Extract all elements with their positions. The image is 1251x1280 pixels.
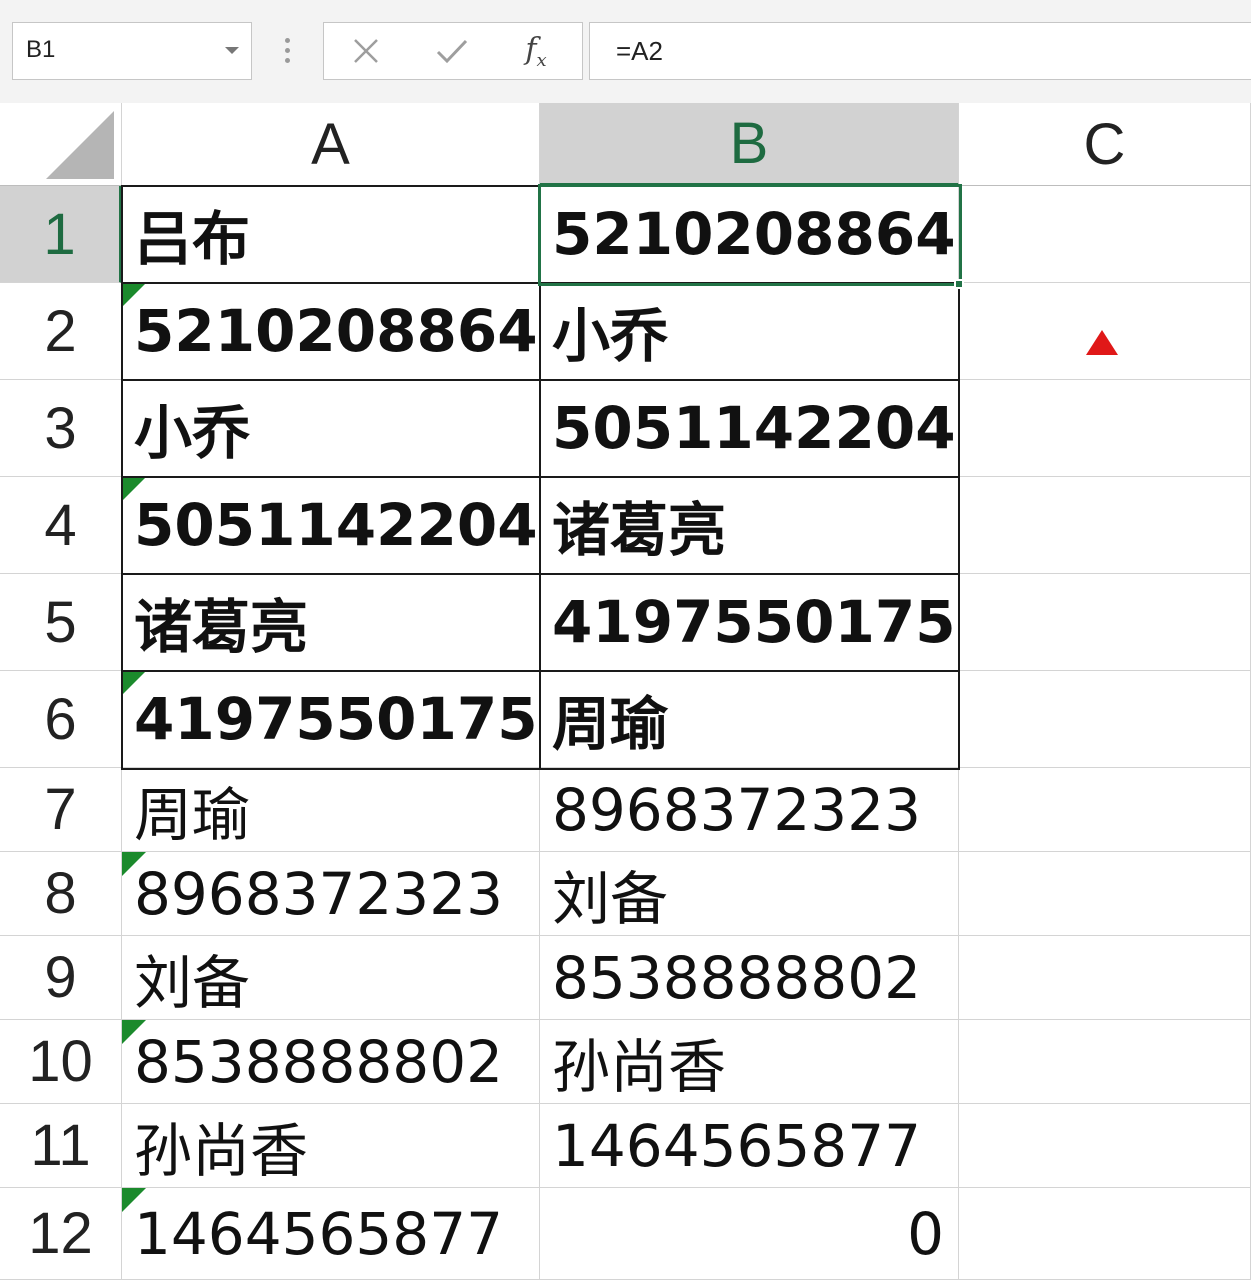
function-icon[interactable]: fx — [514, 31, 558, 71]
fill-handle[interactable] — [954, 279, 964, 289]
row-header-1[interactable]: 1 — [0, 186, 122, 283]
cell-b1[interactable]: 5210208864 — [540, 186, 959, 283]
cell-a10-text: 8538888802 — [134, 1027, 504, 1096]
column-header-b[interactable]: B — [540, 103, 959, 186]
name-box-value: B1 — [26, 36, 56, 63]
cell-c4[interactable] — [959, 477, 1251, 574]
cell-a6[interactable]: 4197550175 — [122, 671, 540, 768]
grip-icon[interactable] — [282, 38, 294, 66]
cell-a11[interactable]: 孙尚香 — [122, 1104, 540, 1188]
text-number-indicator — [122, 852, 146, 876]
formula-bar: B1 fx =A2 — [0, 0, 1251, 103]
column-header-a[interactable]: A — [122, 103, 540, 186]
formula-text: =A2 — [616, 36, 663, 66]
row-header-2[interactable]: 2 — [0, 283, 122, 380]
cell-a9[interactable]: 刘备 — [122, 936, 540, 1020]
cell-a2-text: 5210208864 — [134, 297, 538, 365]
cell-a3[interactable]: 小乔 — [122, 380, 540, 477]
cell-a12-text: 1464565877 — [134, 1199, 504, 1268]
row-header-6[interactable]: 6 — [0, 671, 122, 768]
row-header-8[interactable]: 8 — [0, 852, 122, 936]
text-number-indicator — [122, 1020, 146, 1044]
cell-c6[interactable] — [959, 671, 1251, 768]
cell-a7[interactable]: 周瑜 — [122, 768, 540, 852]
cell-b3[interactable]: 5051142204 — [540, 380, 959, 477]
cell-c5[interactable] — [959, 574, 1251, 671]
cell-a8-text: 8968372323 — [134, 859, 504, 928]
cell-c10[interactable] — [959, 1020, 1251, 1104]
row-header-4[interactable]: 4 — [0, 477, 122, 574]
cell-b2[interactable]: 小乔 — [540, 283, 959, 380]
dropdown-caret-icon[interactable] — [225, 47, 239, 54]
cancel-icon[interactable] — [344, 31, 388, 71]
formula-buttons: fx — [323, 22, 583, 80]
enter-icon[interactable] — [430, 31, 474, 71]
cell-c9[interactable] — [959, 936, 1251, 1020]
cell-b4[interactable]: 诸葛亮 — [540, 477, 959, 574]
row-header-7[interactable]: 7 — [0, 768, 122, 852]
red-triangle-marker — [1086, 330, 1118, 355]
row-header-9[interactable]: 9 — [0, 936, 122, 1020]
select-all-icon — [46, 111, 114, 179]
row-header-10[interactable]: 10 — [0, 1020, 122, 1104]
cell-c11[interactable] — [959, 1104, 1251, 1188]
formula-input[interactable]: =A2 — [589, 22, 1251, 80]
column-header-c[interactable]: C — [959, 103, 1251, 186]
text-number-indicator — [122, 671, 146, 695]
cell-a5[interactable]: 诸葛亮 — [122, 574, 540, 671]
cell-a4[interactable]: 5051142204 — [122, 477, 540, 574]
row-header-11[interactable]: 11 — [0, 1104, 122, 1188]
cell-a6-text: 4197550175 — [134, 685, 538, 753]
cell-c1[interactable] — [959, 186, 1251, 283]
cell-a2[interactable]: 5210208864 — [122, 283, 540, 380]
cell-a10[interactable]: 8538888802 — [122, 1020, 540, 1104]
cell-b12[interactable]: 0 — [540, 1188, 959, 1280]
cell-a12[interactable]: 1464565877 — [122, 1188, 540, 1280]
cell-b6[interactable]: 周瑜 — [540, 671, 959, 768]
cell-b8[interactable]: 刘备 — [540, 852, 959, 936]
text-number-indicator — [122, 1188, 146, 1212]
cell-b7[interactable]: 8968372323 — [540, 768, 959, 852]
text-number-indicator — [122, 477, 146, 501]
cell-b10[interactable]: 孙尚香 — [540, 1020, 959, 1104]
cell-a4-text: 5051142204 — [134, 491, 538, 559]
cell-c3[interactable] — [959, 380, 1251, 477]
text-number-indicator — [122, 283, 146, 307]
cell-a1[interactable]: 吕布 — [122, 186, 540, 283]
cell-b9[interactable]: 8538888802 — [540, 936, 959, 1020]
cell-c12[interactable] — [959, 1188, 1251, 1280]
row-header-5[interactable]: 5 — [0, 574, 122, 671]
cell-b11[interactable]: 1464565877 — [540, 1104, 959, 1188]
row-header-3[interactable]: 3 — [0, 380, 122, 477]
row-header-12[interactable]: 12 — [0, 1188, 122, 1280]
cell-c8[interactable] — [959, 852, 1251, 936]
cell-c7[interactable] — [959, 768, 1251, 852]
name-box[interactable]: B1 — [12, 22, 252, 80]
cell-a8[interactable]: 8968372323 — [122, 852, 540, 936]
cell-b5[interactable]: 4197550175 — [540, 574, 959, 671]
select-all-button[interactable] — [0, 103, 122, 186]
